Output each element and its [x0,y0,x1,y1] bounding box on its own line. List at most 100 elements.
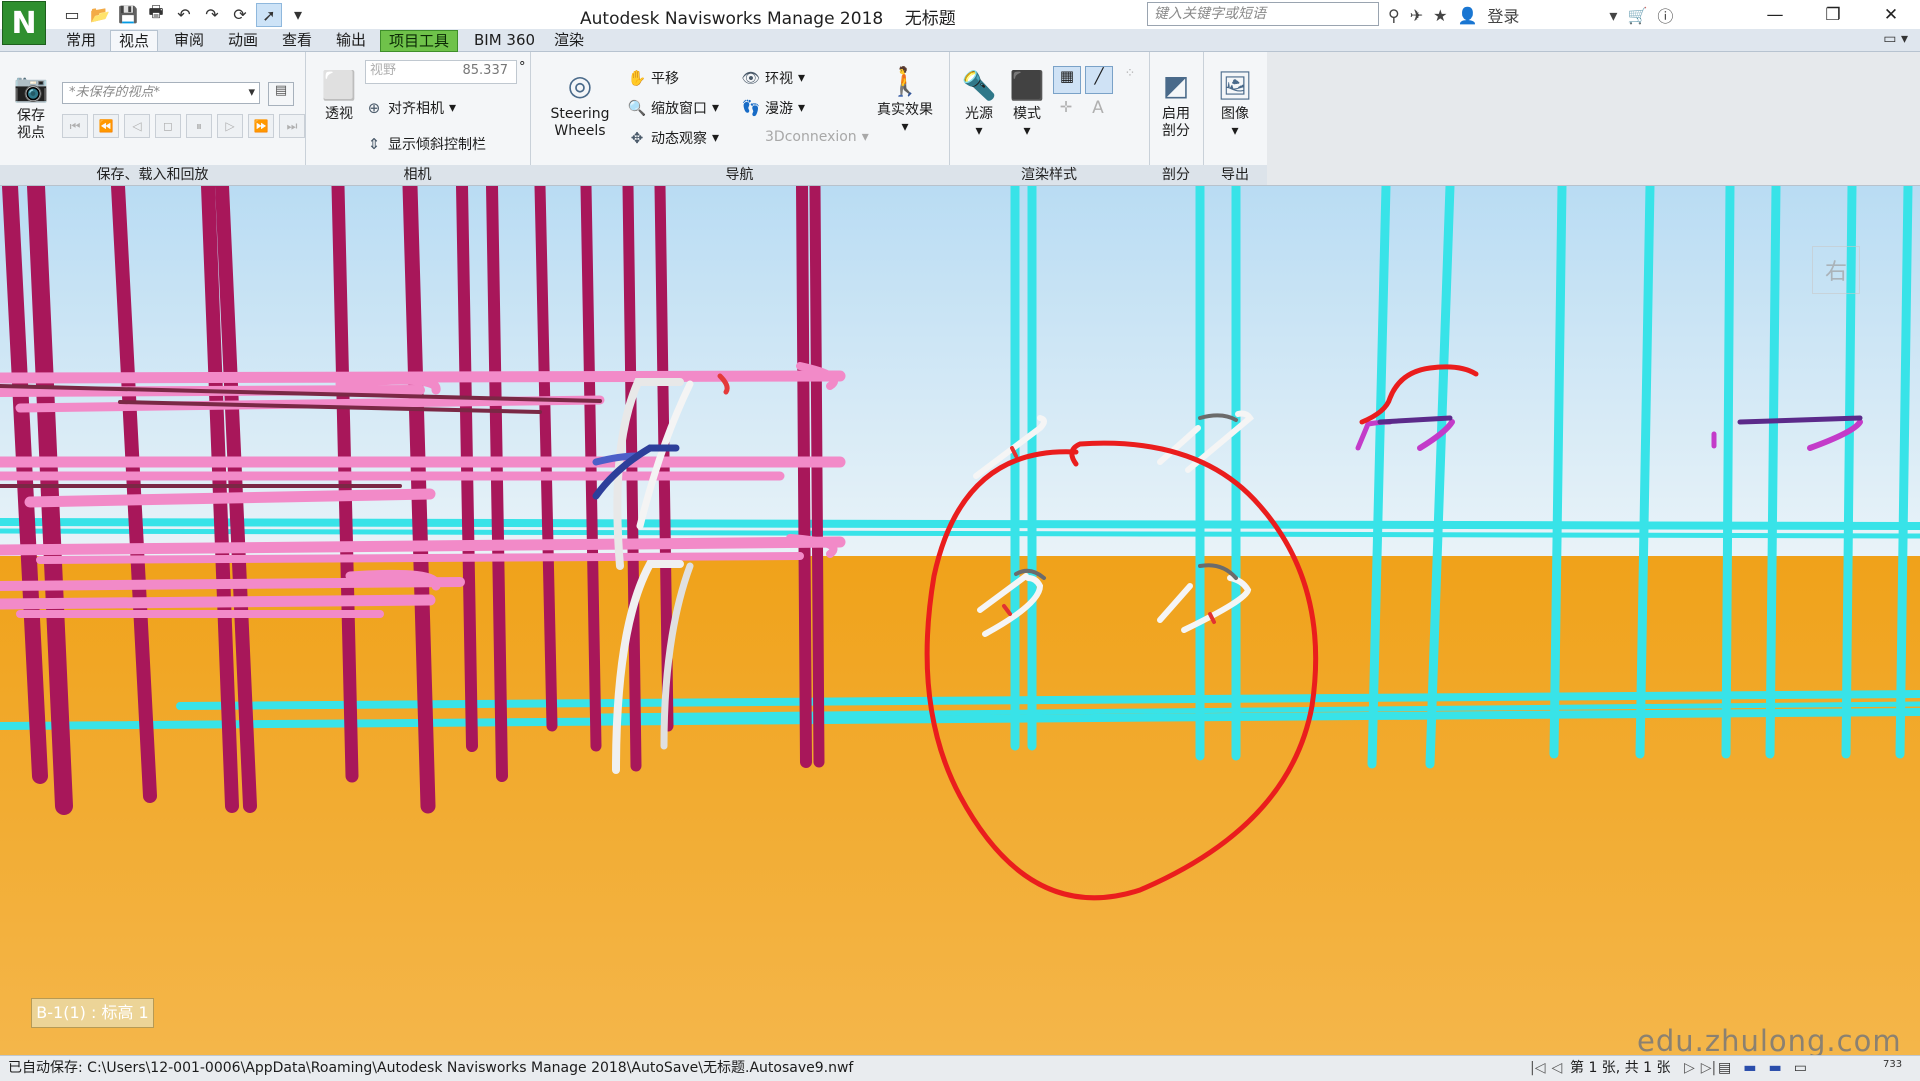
first-frame-icon[interactable]: ⏮ [62,114,88,138]
tab-item-tools[interactable]: 项目工具 [380,30,459,52]
lines-icon[interactable]: ╱ [1085,66,1113,94]
ground-plane [0,556,1920,1055]
lighting-button[interactable]: 🔦 光源 ▾ [957,66,1001,140]
search-input[interactable]: 键入关键字或短语 [1147,2,1379,26]
walk-button[interactable]: 👣 漫游 ▾ [742,98,805,118]
enable-sectioning-button[interactable]: ◩ 启用 剖分 [1153,66,1199,140]
play-icon[interactable]: ▷ [217,114,243,138]
image-export-button[interactable]: 🖼 图像 ▾ [1211,66,1259,140]
fov-label: 视野 [370,63,397,78]
application-menu-button[interactable]: N [2,1,46,45]
ribbon-tabs: 常用 视点 审阅 动画 查看 输出 项目工具 BIM 360 渲染 ▭ ▾ [0,29,1920,52]
pencil-progress-icon[interactable]: ▬ [1743,1056,1756,1081]
ribbon-minimize-icon[interactable]: ▭ ▾ [1883,31,1908,47]
align-camera-button[interactable]: ⊕ 对齐相机 ▾ [365,98,456,118]
help-icon[interactable]: ⓘ [1657,3,1673,27]
sheet-navigation-forward: ▷ ▷| [1684,1056,1716,1081]
zoom-window-label: 缩放窗口 [651,101,707,117]
viewpoint-combo-value: *未保存的视点* [69,85,161,100]
login-link[interactable]: 登录 [1487,3,1519,27]
steering-wheels-button[interactable]: ◎ Steering Wheels [544,66,616,140]
surfaces-icon[interactable]: ▦ [1053,66,1081,94]
tab-viewpoint[interactable]: 视点 [110,30,159,51]
pause-icon[interactable]: ⏸ [186,114,212,138]
redo-icon[interactable]: ↷ [200,3,224,25]
qat-dropdown-icon[interactable]: ▾ [286,3,310,25]
memory-readout: 733 [1883,1059,1903,1070]
sheet-browser-icon[interactable]: ▤ [1718,1056,1731,1081]
new-file-icon[interactable]: ▭ [60,3,84,25]
stop-icon[interactable]: ◻ [155,114,181,138]
user-icon[interactable]: 👤 [1457,6,1477,25]
step-back-icon[interactable]: ⏪ [93,114,119,138]
open-file-icon[interactable]: 📂 [88,3,112,25]
last-sheet-icon[interactable]: ▷| [1701,1056,1716,1081]
perspective-button[interactable]: ⬜ 透视 [317,66,361,123]
mode-button[interactable]: ⬛ 模式 ▾ [1005,66,1049,140]
orbit-button[interactable]: ✥ 动态观察 ▾ [628,128,719,148]
disk-progress-icon[interactable]: ▬ [1768,1056,1781,1081]
print-icon[interactable]: 🖶 [144,2,168,25]
perspective-cube-icon: ⬜ [321,68,357,102]
communication-center-icon[interactable]: ✈ [1410,6,1423,25]
restore-icon[interactable]: ❐ [1804,0,1862,29]
last-frame-icon[interactable]: ⏭ [279,114,305,138]
tab-bim360[interactable]: BIM 360 [466,30,543,50]
lighting-label: 光源 [965,106,993,122]
show-tilt-label: 显示倾斜控制栏 [388,137,486,153]
primitive-toggles: ▦ ╱ ⁘ ✛ A [1053,66,1145,124]
ribbon-empty-area [1267,52,1920,185]
panel-title-export: 导出 [1203,165,1267,185]
person-icon: 🚶 [887,64,923,98]
chevron-down-icon[interactable]: ▾ [248,83,255,103]
panel-title-navigation[interactable]: 导航 [530,165,949,185]
manage-viewpoints-icon[interactable]: ▤ [268,82,294,106]
realism-button[interactable]: 🚶 真实效果 ▾ [870,62,940,136]
zoom-window-button[interactable]: 🔍 缩放窗口 ▾ [628,98,719,118]
status-icons: ▤ ▬ ▬ ▭ [1718,1056,1807,1081]
close-icon[interactable]: ✕ [1862,0,1920,29]
favorites-star-icon[interactable]: ★ [1433,6,1447,25]
tab-output[interactable]: 输出 [328,30,374,50]
minimize-icon[interactable]: — [1746,0,1804,29]
pan-button[interactable]: ✋ 平移 [628,68,679,88]
prev-sheet-icon[interactable]: ◁ [1551,1056,1562,1081]
tab-animation[interactable]: 动画 [220,30,266,50]
tab-render[interactable]: 渲染 [546,30,592,50]
panel-title-camera[interactable]: 相机 [305,165,530,185]
look-around-button[interactable]: 👁 环视 ▾ [741,68,805,88]
first-sheet-icon[interactable]: |◁ [1530,1056,1545,1081]
points-icon[interactable]: ⁘ [1117,66,1143,92]
viewpoint-combo[interactable]: *未保存的视点* ▾ [62,82,260,104]
play-reverse-icon[interactable]: ◁ [124,114,150,138]
next-sheet-icon[interactable]: ▷ [1684,1056,1695,1081]
scene-render[interactable] [0,186,1920,1055]
step-forward-icon[interactable]: ⏩ [248,114,274,138]
save-viewpoint-button[interactable]: 📷 保存 视点 [8,68,54,142]
refresh-icon[interactable]: ⟳ [228,3,252,25]
select-cursor-icon[interactable]: ➚ [256,3,282,27]
playback-controls: ⏮ ⏪ ◁ ◻ ⏸ ▷ ⏩ ⏭ [62,114,305,138]
login-dropdown-icon[interactable]: ▾ [1609,6,1617,25]
3dconnexion-button[interactable]: 3Dconnexion ▾ [742,128,869,146]
web-server-progress-icon[interactable]: ▭ [1794,1056,1807,1081]
save-icon[interactable]: 💾 [116,3,140,25]
tab-home[interactable]: 常用 [58,30,104,50]
text-icon[interactable]: A [1085,98,1111,124]
cart-icon[interactable]: 🛒 [1627,6,1647,25]
flashlight-icon: 🔦 [961,68,997,102]
tab-view[interactable]: 查看 [274,30,320,50]
steering-wheels-label: Steering Wheels [550,106,610,139]
tab-review[interactable]: 审阅 [166,30,212,50]
panel-title-sectioning: 剖分 [1149,165,1203,185]
panel-title-render-style[interactable]: 渲染样式 [949,165,1149,185]
panel-title-save[interactable]: 保存、载入和回放 [0,165,305,185]
fov-field[interactable]: 视野 85.337 [365,60,517,84]
3d-viewport[interactable]: 右 B-1(1) : 标高 1 edu.zhulong.com [0,186,1920,1055]
binoculars-icon[interactable]: ⚲ [1388,6,1400,25]
show-tilt-bar-button[interactable]: ⇕ 显示倾斜控制栏 [365,134,486,154]
undo-icon[interactable]: ↶ [172,3,196,25]
chevron-down-icon: ▾ [712,100,720,116]
viewcube[interactable]: 右 [1812,246,1860,294]
snap-points-icon[interactable]: ✛ [1053,98,1079,124]
